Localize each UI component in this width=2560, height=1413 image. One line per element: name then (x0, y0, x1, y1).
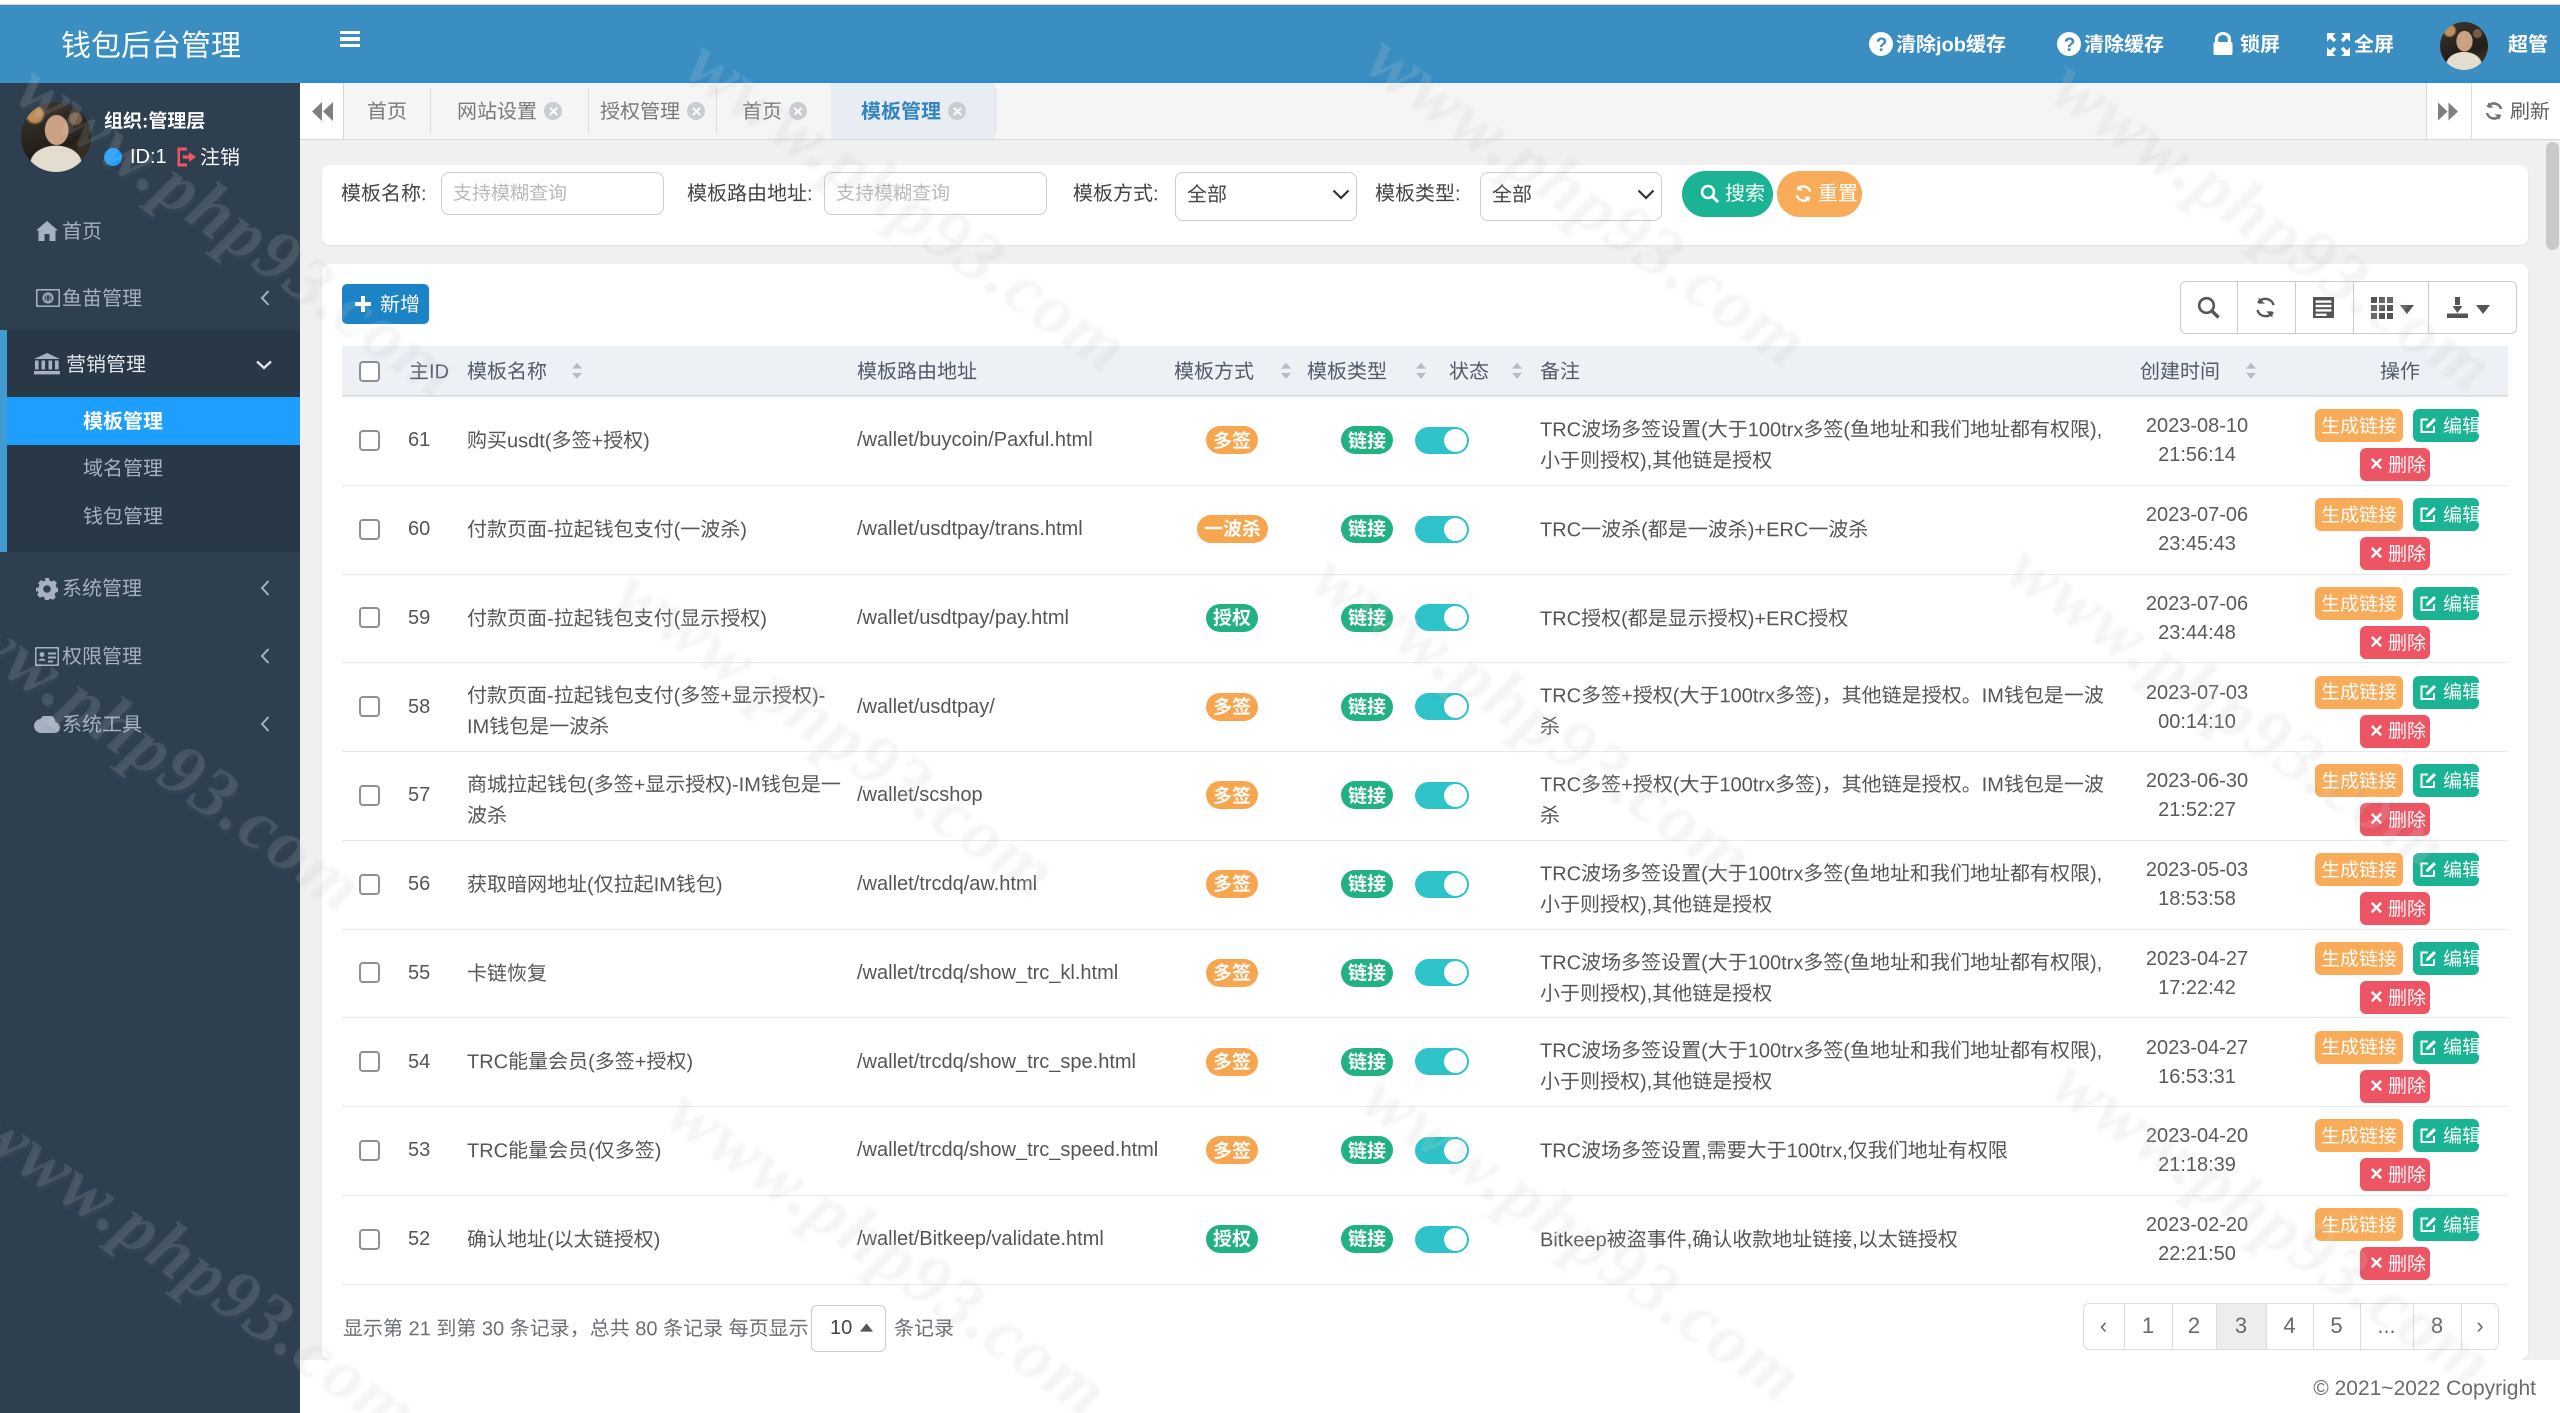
svg-text:0: 0 (45, 294, 51, 305)
